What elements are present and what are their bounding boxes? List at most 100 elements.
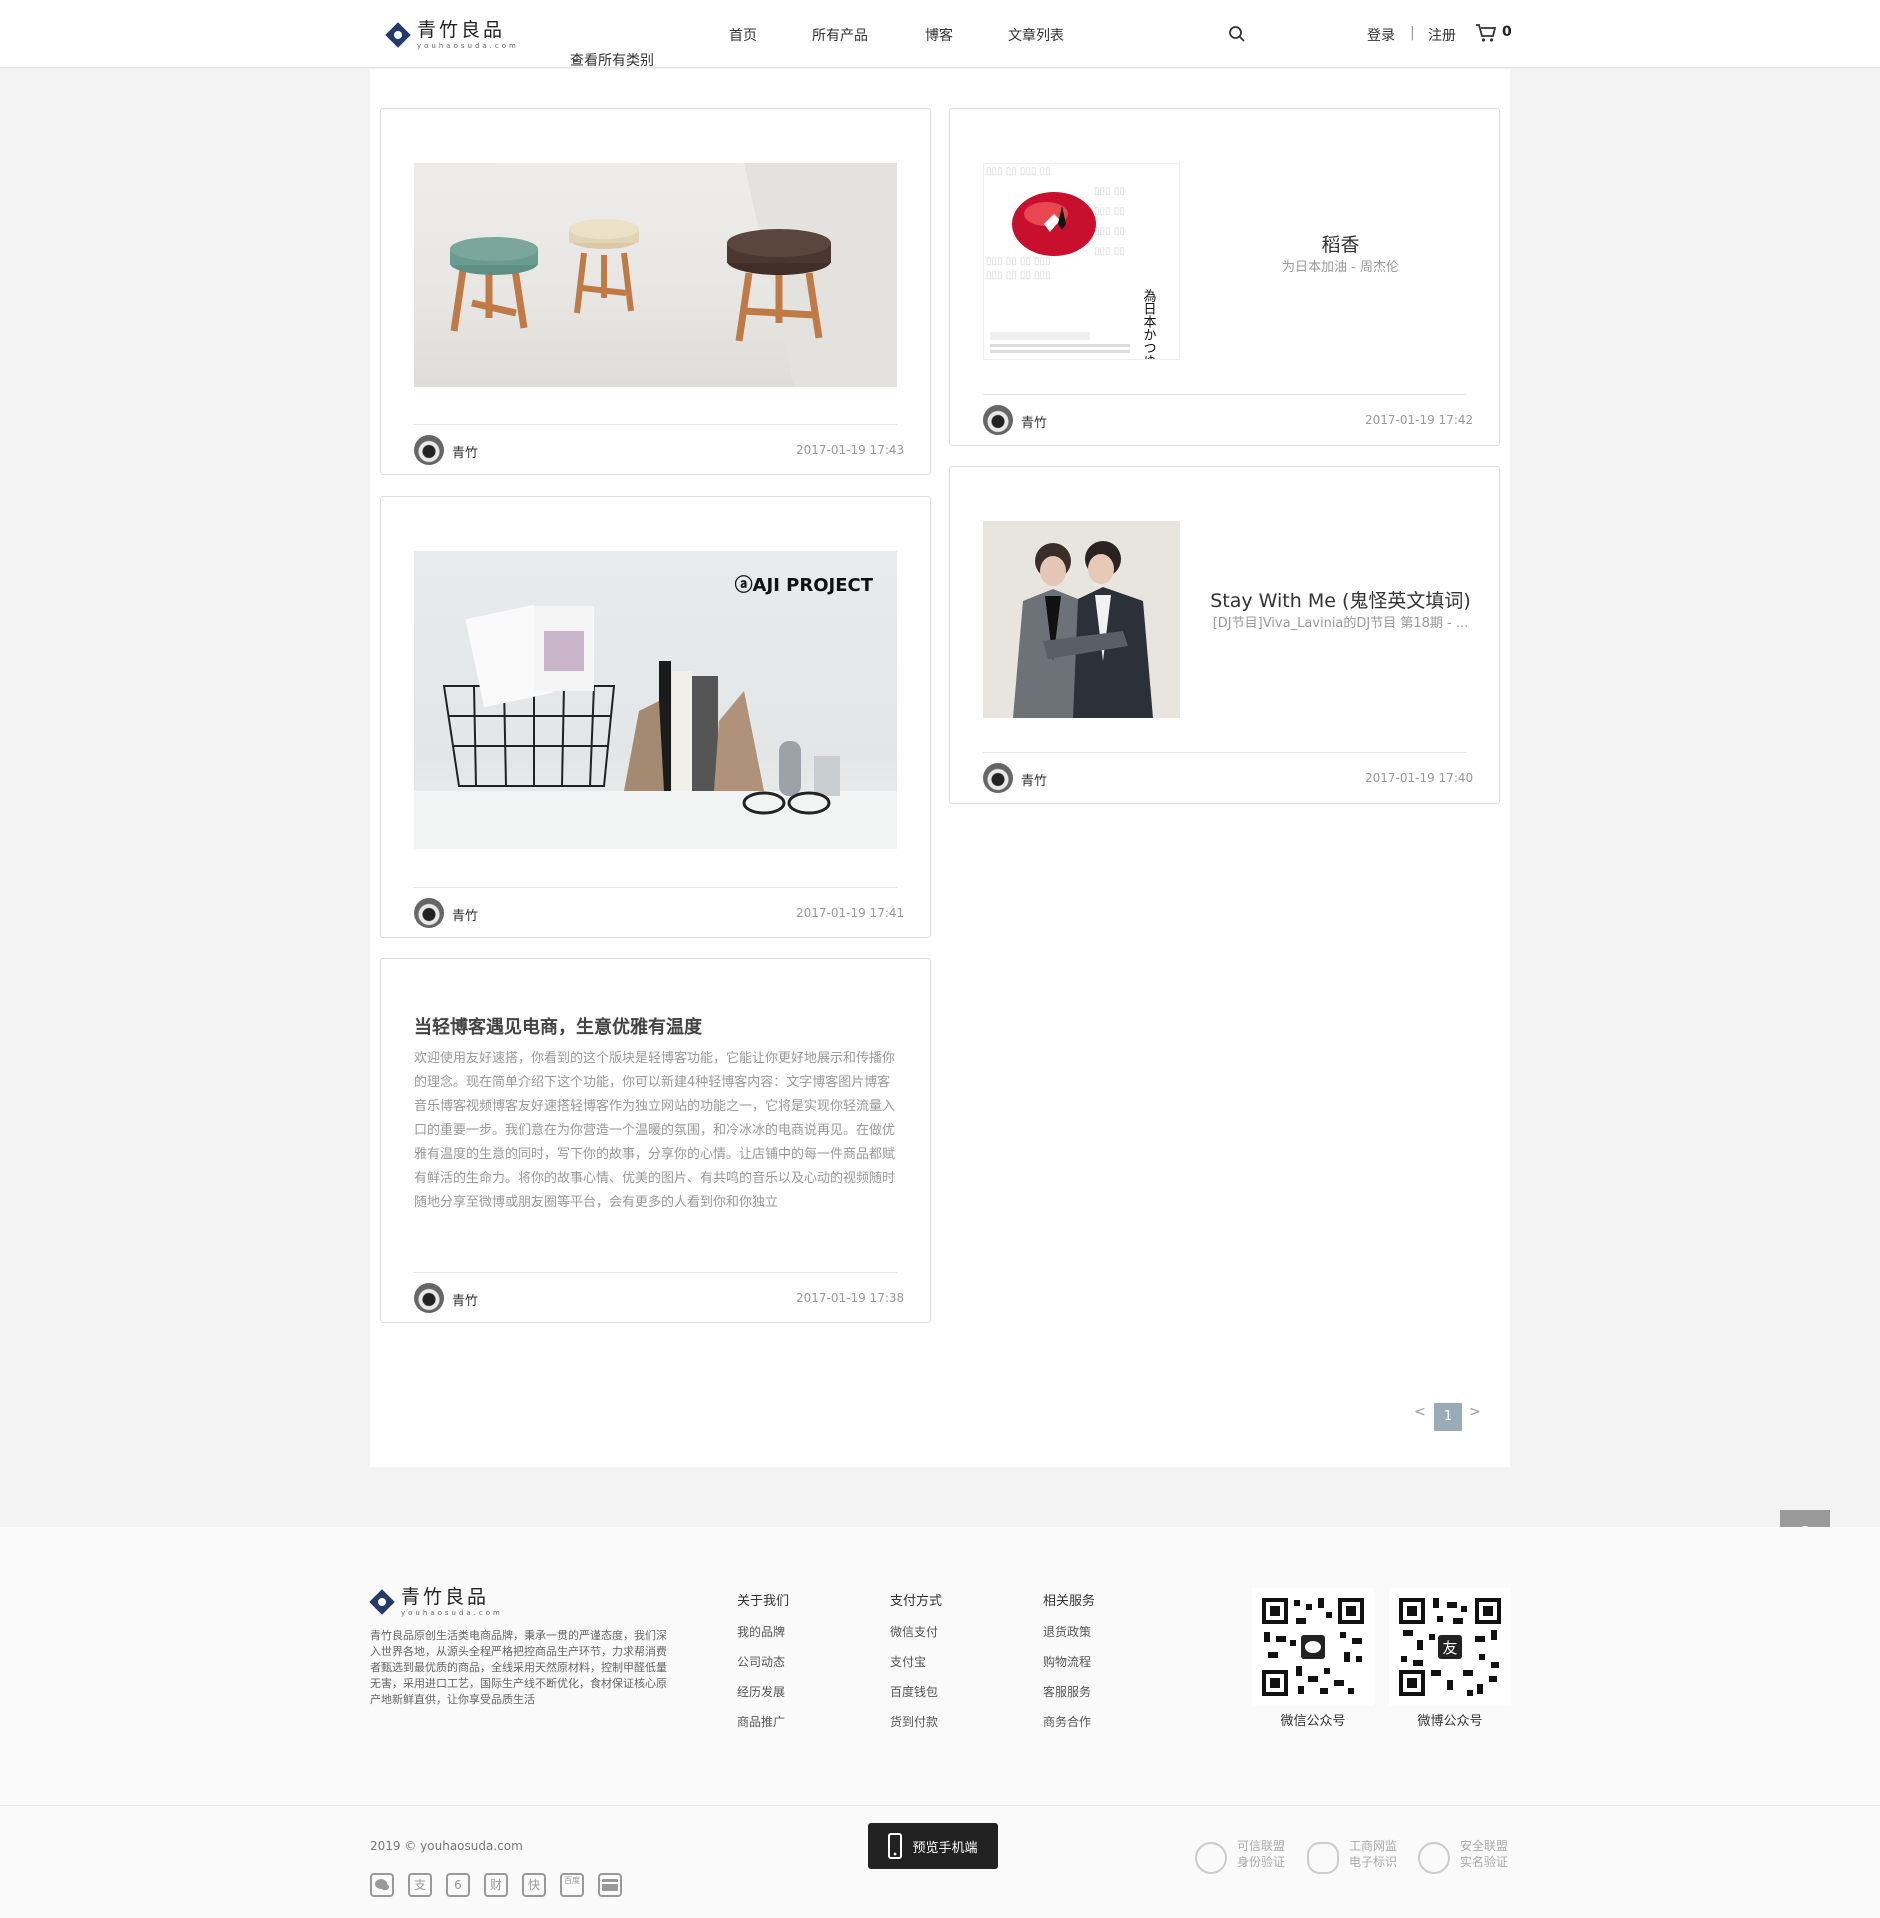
pagination-prev[interactable]: < [1414,1404,1426,1420]
footer-link[interactable]: 公司动态 [737,1653,785,1670]
nav-home[interactable]: 首页 [729,25,757,45]
blog-card-3[interactable]: ⓐAJI PROJECT 青竹 2017-01-19 17:41 [380,496,931,938]
top-navbar: 青竹良品 youhaosuda.com 查看所有类别 ⌄ 首页 所有产品 博客 … [0,0,1880,69]
category-dropdown-label: 查看所有类别 [570,53,654,69]
post-date: 2017-01-19 17:40 [1365,771,1474,785]
post-title[interactable]: 当轻博客遇见电商，生意优雅有温度 [414,1013,702,1039]
footer-heading-services: 相关服务 [1043,1594,1096,1609]
login-link[interactable]: 登录 [1367,25,1395,45]
baidu-wallet-icon: 百度 [560,1873,584,1897]
wechat-qr-code [1252,1588,1374,1706]
svg-text:▯▯▯ ▯▯ ▯▯▯ ▯▯: ▯▯▯ ▯▯ ▯▯▯ ▯▯ [986,166,1051,177]
payment-icon-6: 6 [446,1873,470,1897]
footer-link[interactable]: 货到付款 [890,1713,938,1730]
author-avatar[interactable] [414,435,444,465]
author-name[interactable]: 青竹 [1021,770,1047,789]
footer-link[interactable]: 购物流程 [1043,1653,1091,1670]
search-icon[interactable] [1228,25,1246,43]
nav-blog[interactable]: 博客 [925,25,953,45]
footer-link[interactable]: 经历发展 [737,1683,785,1700]
stools-image[interactable] [414,163,897,387]
footer-link[interactable]: 百度钱包 [890,1683,938,1700]
logo-text: 青竹良品 [417,18,506,41]
post-title[interactable]: Stay With Me (鬼怪英文填词) [1180,586,1501,613]
footer-link[interactable]: 商务合作 [1043,1713,1091,1730]
trust-badge-2: 工商网监 电子标识 [1349,1838,1397,1870]
footer-link[interactable]: 客服服务 [1043,1683,1091,1700]
trust-badge-1: 可信联盟 身份验证 [1237,1838,1285,1870]
post-date: 2017-01-19 17:42 [1365,413,1474,427]
post-date: 2017-01-19 17:41 [796,906,905,920]
chevron-down-icon: ⌄ [570,50,582,66]
badge-line: 安全联盟 [1460,1839,1509,1853]
pagination-page-1[interactable]: 1 [1434,1403,1462,1431]
wechat-pay-icon [370,1873,394,1897]
trust-alliance-icon [1195,1842,1227,1874]
svg-text:▯▯▯ ▯▯: ▯▯▯ ▯▯ [1094,226,1125,237]
nav-all-products[interactable]: 所有产品 [812,25,868,45]
author-name[interactable]: 青竹 [452,905,478,924]
cart-count: 0 [1502,24,1512,40]
svg-text:▯▯▯ ▯▯ ▯▯ ▯▯▯: ▯▯▯ ▯▯ ▯▯ ▯▯▯ [986,270,1051,281]
author-avatar[interactable] [414,1283,444,1313]
post-subtitle: 为日本加油 - 周杰伦 [1282,260,1399,275]
post-title[interactable]: 稻香 [1180,230,1501,257]
cart-icon[interactable] [1475,22,1497,44]
svg-text:▯▯▯ ▯▯: ▯▯▯ ▯▯ [1094,186,1125,197]
weibo-qr-code: 友 [1389,1588,1511,1706]
post-excerpt: 欢迎使用友好速搭，你看到的这个版块是轻博客功能，它能让你更好地展示和传播你的理念… [414,1051,896,1210]
footer-link[interactable]: 商品推广 [737,1713,785,1730]
mobile-phone-icon [888,1833,903,1859]
svg-text:友: 友 [1442,1639,1457,1657]
badge-line: 可信联盟 [1237,1839,1286,1853]
author-avatar[interactable] [414,898,444,928]
site-logo[interactable]: 青竹良品 youhaosuda.com [385,18,519,52]
pagination-next[interactable]: > [1469,1404,1481,1420]
footer-heading-payment: 支付方式 [890,1594,943,1609]
logo-domain: youhaosuda.com [417,41,519,50]
music-cover-image[interactable] [983,521,1180,718]
footer-logo[interactable]: 青竹良品 youhaosuda.com [369,1585,503,1619]
preview-mobile-button[interactable]: 预览手机端 [868,1823,998,1869]
author-name[interactable]: 青竹 [452,442,478,461]
svg-text:▯▯▯ ▯▯: ▯▯▯ ▯▯ [1094,246,1125,257]
quick-pay-icon: 快 [522,1873,546,1897]
copyright: 2019 © youhaosuda.com [370,1839,523,1853]
post-date: 2017-01-19 17:38 [796,1291,905,1305]
footer-link[interactable]: 微信支付 [890,1623,938,1640]
blog-card-4[interactable]: Stay With Me (鬼怪英文填词) [DJ节目]Viva_Lavinia… [949,466,1500,804]
svg-text:▯▯▯ ▯▯: ▯▯▯ ▯▯ [1094,206,1125,217]
weibo-qr-label: 微博公众号 [1417,1714,1483,1729]
svg-text:▯▯▯ ▯▯ ▯▯ ▯▯▯: ▯▯▯ ▯▯ ▯▯ ▯▯▯ [986,256,1051,267]
blog-card-2[interactable]: ▯▯▯ ▯▯ ▯▯▯ ▯▯ ▯▯▯ ▯▯ ▯▯▯ ▯▯ ▯▯▯ ▯▯ ▯▯▯ ▯▯ ▯▯▯… [949,108,1500,446]
alipay-icon: 支 [408,1873,432,1897]
security-alliance-icon [1418,1842,1450,1874]
footer-link[interactable]: 我的品牌 [737,1623,785,1640]
image-overlay-text: ⓐAJI PROJECT [734,575,873,596]
author-avatar[interactable] [983,405,1013,435]
business-license-icon [1307,1842,1339,1874]
trust-badge-3: 安全联盟 实名验证 [1460,1838,1508,1870]
aji-project-image[interactable]: ⓐAJI PROJECT [414,551,897,849]
author-avatar[interactable] [983,763,1013,793]
nav-article-list[interactable]: 文章列表 [1008,25,1064,45]
post-date: 2017-01-19 17:43 [796,443,905,457]
author-name[interactable]: 青竹 [1021,412,1047,431]
post-subtitle: [DJ节目]Viva_Lavinia的DJ节目 第18期 - ... [1212,616,1469,631]
blog-card-5[interactable]: 当轻博客遇见电商，生意优雅有温度 欢迎使用友好速搭，你看到的这个版块是轻博客功能… [380,958,931,1323]
auth-divider: | [1410,25,1415,41]
badge-line: 身份验证 [1237,1855,1286,1869]
logo-mark-icon [369,1589,395,1615]
logo-mark-icon [385,22,411,48]
poster-text: 為日本かつゆ! [1141,288,1157,360]
badge-line: 工商网监 [1349,1839,1398,1853]
bank-card-icon [598,1873,622,1897]
register-link[interactable]: 注册 [1428,25,1456,45]
author-name[interactable]: 青竹 [452,1290,478,1309]
footer-link[interactable]: 支付宝 [890,1653,926,1670]
music-cover-image[interactable]: ▯▯▯ ▯▯ ▯▯▯ ▯▯ ▯▯▯ ▯▯ ▯▯▯ ▯▯ ▯▯▯ ▯▯ ▯▯▯ ▯▯ ▯▯▯… [983,163,1180,360]
footer-description: 青竹良品原创生活类电商品牌，秉承一贯的严谨态度，我们深入世界各地，从源头全程严格… [370,1629,667,1706]
footer-logo-text: 青竹良品 [401,1585,490,1608]
blog-card-1[interactable]: 青竹 2017-01-19 17:43 [380,108,931,475]
footer-link[interactable]: 退货政策 [1043,1623,1091,1640]
